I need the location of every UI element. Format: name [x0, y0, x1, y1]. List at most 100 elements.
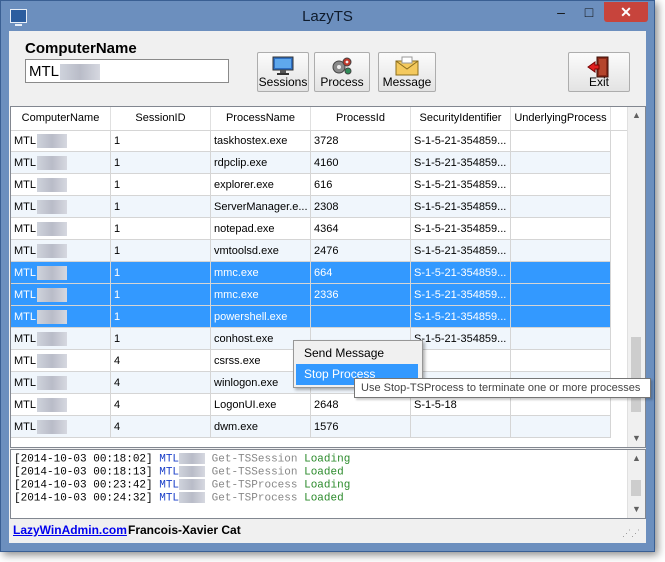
cell-processid[interactable] — [311, 306, 411, 328]
message-button[interactable]: Message — [378, 52, 436, 92]
cell-underlyingprocess[interactable] — [511, 196, 611, 218]
cell-sessionid[interactable]: 4 — [111, 394, 211, 416]
title-bar[interactable]: LazyTS – □ ✕ — [1, 1, 654, 31]
scroll-up-arrow-icon[interactable]: ▲ — [628, 107, 645, 124]
cell-sessionid[interactable]: 1 — [111, 152, 211, 174]
log-scroll-up-icon[interactable]: ▲ — [628, 450, 645, 467]
cell-processid[interactable]: 616 — [311, 174, 411, 196]
cell-underlyingprocess[interactable] — [511, 262, 611, 284]
table-row[interactable]: MTL 1 ServerManager.e... 2308 S-1-5-21-35485… — [11, 196, 611, 218]
cell-computername[interactable]: MTL — [11, 372, 111, 394]
cell-computername[interactable]: MTL — [11, 306, 111, 328]
cell-underlyingprocess[interactable] — [511, 350, 611, 372]
cell-securityidentifier[interactable]: S-1-5-21-354859... — [411, 262, 511, 284]
cell-underlyingprocess[interactable] — [511, 130, 611, 152]
cell-sessionid[interactable]: 1 — [111, 196, 211, 218]
cell-sessionid[interactable]: 4 — [111, 350, 211, 372]
cell-processid[interactable]: 664 — [311, 262, 411, 284]
col-header-processname[interactable]: ProcessName — [211, 107, 311, 130]
cell-processname[interactable]: mmc.exe — [211, 284, 311, 306]
cell-sessionid[interactable]: 1 — [111, 174, 211, 196]
cell-computername[interactable]: MTL — [11, 394, 111, 416]
computer-name-input[interactable]: MTL — [25, 59, 229, 83]
cell-computername[interactable]: MTL — [11, 262, 111, 284]
cell-processid[interactable]: 4160 — [311, 152, 411, 174]
cell-computername[interactable]: MTL — [11, 240, 111, 262]
table-row[interactable]: MTL 1 taskhostex.exe 3728 S-1-5-21-354859... — [11, 130, 611, 152]
cell-sessionid[interactable]: 1 — [111, 328, 211, 350]
cell-processname[interactable]: LogonUI.exe — [211, 394, 311, 416]
cell-processname[interactable]: ServerManager.e... — [211, 196, 311, 218]
cell-underlyingprocess[interactable] — [511, 218, 611, 240]
cell-sessionid[interactable]: 1 — [111, 240, 211, 262]
col-header-computername[interactable]: ComputerName — [11, 107, 111, 130]
table-row[interactable]: MTL 4 dwm.exe 1576 — [11, 416, 611, 438]
cell-processname[interactable]: rdpclip.exe — [211, 152, 311, 174]
cell-sessionid[interactable]: 4 — [111, 416, 211, 438]
table-row[interactable]: MTL 1 notepad.exe 4364 S-1-5-21-354859... — [11, 218, 611, 240]
cell-computername[interactable]: MTL — [11, 130, 111, 152]
col-header-underlyingprocess[interactable]: UnderlyingProcess — [511, 107, 611, 130]
log-scroll-thumb[interactable] — [631, 480, 641, 496]
cell-processname[interactable]: taskhostex.exe — [211, 130, 311, 152]
cell-processname[interactable]: powershell.exe — [211, 306, 311, 328]
cell-processname[interactable]: vmtoolsd.exe — [211, 240, 311, 262]
col-header-securityidentifier[interactable]: SecurityIdentifier — [411, 107, 511, 130]
cell-processname[interactable]: dwm.exe — [211, 416, 311, 438]
cell-underlyingprocess[interactable] — [511, 328, 611, 350]
cell-processname[interactable]: mmc.exe — [211, 262, 311, 284]
cell-sessionid[interactable]: 1 — [111, 284, 211, 306]
cell-processid[interactable]: 1576 — [311, 416, 411, 438]
close-button[interactable]: ✕ — [604, 2, 648, 22]
cell-computername[interactable]: MTL — [11, 416, 111, 438]
cell-computername[interactable]: MTL — [11, 152, 111, 174]
cell-processid[interactable]: 2308 — [311, 196, 411, 218]
exit-button[interactable]: Exit — [568, 52, 630, 92]
cell-computername[interactable]: MTL — [11, 328, 111, 350]
cell-sessionid[interactable]: 1 — [111, 218, 211, 240]
cell-securityidentifier[interactable] — [411, 416, 511, 438]
website-link[interactable]: LazyWinAdmin.com — [13, 523, 127, 537]
cell-processname[interactable]: explorer.exe — [211, 174, 311, 196]
process-button[interactable]: Process — [314, 52, 370, 92]
cell-securityidentifier[interactable]: S-1-5-21-354859... — [411, 328, 511, 350]
cell-processid[interactable]: 3728 — [311, 130, 411, 152]
cell-underlyingprocess[interactable] — [511, 284, 611, 306]
cell-computername[interactable]: MTL — [11, 218, 111, 240]
cell-underlyingprocess[interactable] — [511, 240, 611, 262]
table-row[interactable]: MTL 1 explorer.exe 616 S-1-5-21-354859... — [11, 174, 611, 196]
col-header-sessionid[interactable]: SessionID — [111, 107, 211, 130]
scroll-thumb[interactable] — [631, 337, 641, 412]
cell-underlyingprocess[interactable] — [511, 306, 611, 328]
cell-computername[interactable]: MTL — [11, 196, 111, 218]
table-row[interactable]: MTL 1 vmtoolsd.exe 2476 S-1-5-21-354859... — [11, 240, 611, 262]
cell-computername[interactable]: MTL — [11, 350, 111, 372]
table-row[interactable]: MTL 1 rdpclip.exe 4160 S-1-5-21-354859... — [11, 152, 611, 174]
log-scroll-down-icon[interactable]: ▼ — [628, 501, 645, 518]
col-header-processid[interactable]: ProcessId — [311, 107, 411, 130]
table-row[interactable]: MTL 1 mmc.exe 664 S-1-5-21-354859... — [11, 262, 611, 284]
cell-processid[interactable]: 4364 — [311, 218, 411, 240]
cell-underlyingprocess[interactable] — [511, 174, 611, 196]
cell-securityidentifier[interactable]: S-1-5-21-354859... — [411, 130, 511, 152]
cell-underlyingprocess[interactable] — [511, 152, 611, 174]
cell-securityidentifier[interactable]: S-1-5-21-354859... — [411, 174, 511, 196]
cell-sessionid[interactable]: 1 — [111, 306, 211, 328]
cell-securityidentifier[interactable] — [411, 350, 511, 372]
cell-securityidentifier[interactable]: S-1-5-21-354859... — [411, 218, 511, 240]
cell-processid[interactable]: 2336 — [311, 284, 411, 306]
maximize-button[interactable]: □ — [576, 2, 602, 22]
minimize-button[interactable]: – — [548, 2, 574, 22]
log-output[interactable]: [2014-10-03 00:18:02] MTL Get-TSSession … — [10, 449, 646, 519]
cell-computername[interactable]: MTL — [11, 284, 111, 306]
menu-item-send-message[interactable]: Send Message — [296, 343, 418, 364]
cell-processname[interactable]: notepad.exe — [211, 218, 311, 240]
table-row[interactable]: MTL 1 powershell.exe S-1-5-21-354859... — [11, 306, 611, 328]
cell-sessionid[interactable]: 4 — [111, 372, 211, 394]
cell-sessionid[interactable]: 1 — [111, 262, 211, 284]
cell-securityidentifier[interactable]: S-1-5-21-354859... — [411, 240, 511, 262]
cell-securityidentifier[interactable]: S-1-5-21-354859... — [411, 196, 511, 218]
cell-securityidentifier[interactable]: S-1-5-21-354859... — [411, 152, 511, 174]
cell-processid[interactable]: 2476 — [311, 240, 411, 262]
cell-securityidentifier[interactable]: S-1-5-21-354859... — [411, 284, 511, 306]
